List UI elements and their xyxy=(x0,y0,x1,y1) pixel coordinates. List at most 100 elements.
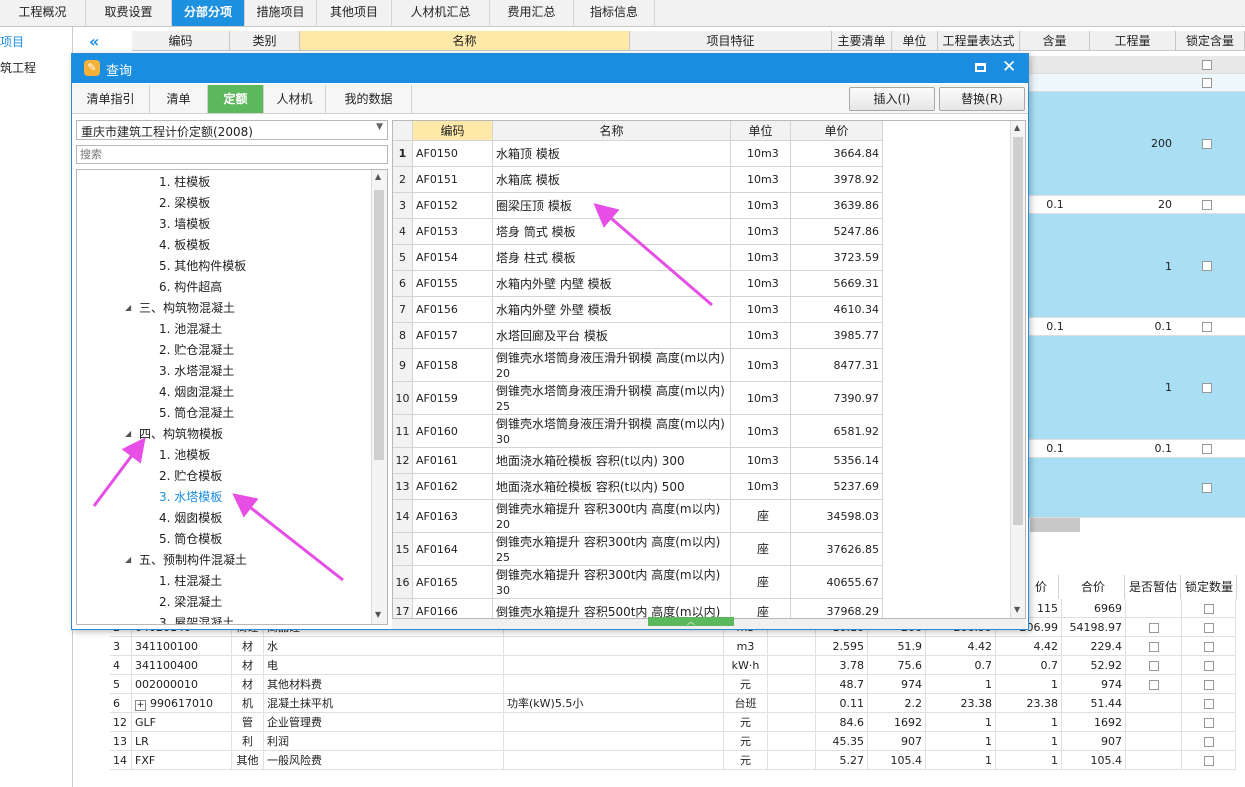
tree-item[interactable]: 2. 梁混凝土 xyxy=(159,593,222,610)
checkbox-icon[interactable] xyxy=(1203,737,1214,747)
tab-0[interactable]: 工程概况 xyxy=(0,0,86,26)
checkbox-icon[interactable] xyxy=(1203,661,1214,671)
panel-splitter[interactable]: ︿ xyxy=(648,617,734,626)
checkbox-icon[interactable] xyxy=(1203,718,1214,728)
nav-item-project[interactable]: 项目 xyxy=(0,33,24,50)
lower-cell-p1: 1 xyxy=(926,732,996,751)
tree-item[interactable]: 4. 烟囱混凝土 xyxy=(159,383,234,400)
tree-expand-icon[interactable]: ◢ xyxy=(125,555,131,564)
grid-header-unit: 单位 xyxy=(731,121,791,141)
tab-5[interactable]: 人材机汇总 xyxy=(392,0,490,26)
checkbox-icon[interactable] xyxy=(1202,200,1212,210)
dialog-tab-3[interactable]: 人材机 xyxy=(264,85,326,113)
dialog-tab-1[interactable]: 清单 xyxy=(150,85,208,113)
tree-expand-icon[interactable]: ◢ xyxy=(125,429,131,438)
lower-cell-spec xyxy=(504,656,724,675)
tree-item[interactable]: 五、预制构件混凝土 xyxy=(139,551,247,568)
nav-item-building[interactable]: 筑工程 xyxy=(0,59,36,76)
search-input[interactable] xyxy=(76,145,388,164)
grid-row-number: 7 xyxy=(393,297,413,323)
dialog-tab-4[interactable]: 我的数据 xyxy=(326,85,412,113)
tab-7[interactable]: 指标信息 xyxy=(574,0,655,26)
grid-scrollbar[interactable] xyxy=(1030,518,1080,532)
bg-header-9: 锁定含量 xyxy=(1176,31,1245,51)
checkbox-icon[interactable] xyxy=(1203,680,1214,690)
tree-item[interactable]: 2. 梁模板 xyxy=(159,194,210,211)
lower-cell-spec xyxy=(504,713,724,732)
checkbox-icon[interactable] xyxy=(1202,60,1212,70)
tree-item[interactable]: 1. 柱混凝土 xyxy=(159,572,222,589)
tree-item[interactable]: 5. 其他构件模板 xyxy=(159,257,246,274)
grid-cell-price: 7390.97 xyxy=(791,382,883,415)
tree-item[interactable]: 四、构筑物模板 xyxy=(139,425,223,442)
insert-button[interactable]: 插入(I) xyxy=(849,87,935,111)
tree-expand-icon[interactable]: ◢ xyxy=(125,303,131,312)
grid-cell-price: 37968.29 xyxy=(791,599,883,618)
bg-header-6: 工程量表达式 xyxy=(938,31,1020,51)
maximize-icon[interactable] xyxy=(975,63,986,72)
lower-cell-no: 6 xyxy=(110,694,132,713)
grid-row-number: 4 xyxy=(393,219,413,245)
tree-item[interactable]: 5. 筒仓混凝土 xyxy=(159,404,234,421)
tree-item[interactable]: 3. 水塔混凝土 xyxy=(159,362,234,379)
checkbox-icon[interactable] xyxy=(1203,604,1214,614)
tab-1[interactable]: 取费设置 xyxy=(86,0,172,26)
checkbox-icon[interactable] xyxy=(1203,699,1214,709)
tab-3[interactable]: 措施项目 xyxy=(245,0,317,26)
grid-cell-code: AF0162 xyxy=(413,474,493,500)
grid-scroll-thumb[interactable] xyxy=(1013,137,1023,525)
replace-button[interactable]: 替换(R) xyxy=(939,87,1025,111)
checkbox-icon[interactable] xyxy=(1202,444,1212,454)
tree-item[interactable]: 4. 烟囱模板 xyxy=(159,509,222,526)
grid-cell-unit: 10m3 xyxy=(731,448,791,474)
tree-scroll-thumb[interactable] xyxy=(374,190,384,460)
checkbox-icon[interactable] xyxy=(1148,642,1159,652)
tree-item[interactable]: 2. 贮仓模板 xyxy=(159,467,222,484)
grid-cell-unit: 座 xyxy=(731,566,791,599)
scroll-up-icon[interactable]: ▲ xyxy=(1014,123,1020,132)
scroll-down-icon[interactable]: ▼ xyxy=(375,610,381,619)
checkbox-icon[interactable] xyxy=(1202,322,1212,332)
checkbox-icon[interactable] xyxy=(1202,483,1212,493)
lower-cell-p2: 4.42 xyxy=(996,637,1062,656)
tree-item[interactable]: 3. 水塔模板 xyxy=(159,488,222,505)
grid-row-number: 1 xyxy=(393,141,413,167)
close-icon[interactable]: ✕ xyxy=(1002,57,1016,77)
checkbox-icon[interactable] xyxy=(1203,642,1214,652)
checkbox-icon[interactable] xyxy=(1202,383,1212,393)
quota-select[interactable]: 重庆市建筑工程计价定额(2008) ▼ xyxy=(76,120,388,140)
checkbox-icon[interactable] xyxy=(1202,78,1212,88)
tree-item[interactable]: 5. 筒仓模板 xyxy=(159,530,222,547)
tab-2[interactable]: 分部分项 xyxy=(172,0,245,26)
grid-cell-code: AF0161 xyxy=(413,448,493,474)
tree-item[interactable]: 3. 墙模板 xyxy=(159,215,210,232)
quota-select-value: 重庆市建筑工程计价定额(2008) xyxy=(81,125,253,139)
checkbox-icon[interactable] xyxy=(1203,623,1214,633)
dialog-tab-0[interactable]: 清单指引 xyxy=(72,85,150,113)
tree-item[interactable]: 1. 池混凝土 xyxy=(159,320,222,337)
tree-item[interactable]: 3. 屋架混凝土 xyxy=(159,614,234,624)
checkbox-icon[interactable] xyxy=(1148,623,1159,633)
lower-cell-est xyxy=(1126,713,1182,732)
tree-item[interactable]: 1. 池模板 xyxy=(159,446,210,463)
dialog-tab-2[interactable]: 定额 xyxy=(208,85,264,113)
scroll-up-icon[interactable]: ▲ xyxy=(375,172,381,181)
tree-item[interactable]: 4. 板模板 xyxy=(159,236,210,253)
checkbox-icon[interactable] xyxy=(1202,139,1212,149)
tree-item[interactable]: 1. 柱模板 xyxy=(159,173,210,190)
checkbox-icon[interactable] xyxy=(1148,661,1159,671)
scroll-down-icon[interactable]: ▼ xyxy=(1014,605,1020,614)
lower-cell-total: 974 xyxy=(1062,675,1126,694)
tree-item[interactable]: 三、构筑物混凝土 xyxy=(139,299,235,316)
checkbox-icon[interactable] xyxy=(1148,680,1159,690)
tree-item[interactable]: 6. 构件超高 xyxy=(159,278,222,295)
collapse-icon[interactable]: « xyxy=(89,32,99,51)
checkbox-icon[interactable] xyxy=(1203,756,1214,766)
checkbox-icon[interactable] xyxy=(1202,261,1212,271)
tab-4[interactable]: 其他项目 xyxy=(317,0,392,26)
lower-cell-unit: 台班 xyxy=(724,694,768,713)
tree-item[interactable]: 2. 贮仓混凝土 xyxy=(159,341,234,358)
lower-header-hejia: 合价 xyxy=(1062,575,1125,599)
tab-6[interactable]: 费用汇总 xyxy=(490,0,574,26)
expand-icon[interactable]: + xyxy=(135,700,146,711)
